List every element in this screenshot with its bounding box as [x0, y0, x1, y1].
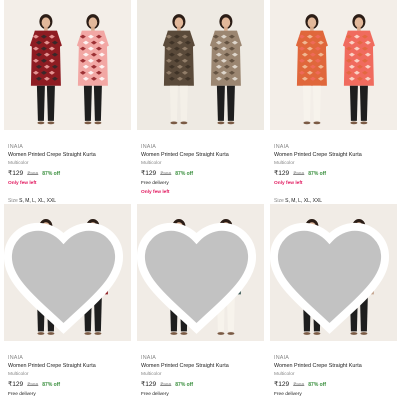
original-price: ₹999	[160, 172, 172, 178]
original-price: ₹999	[27, 172, 39, 178]
product-photo-svg	[137, 0, 264, 130]
product-image[interactable]	[270, 204, 397, 341]
product-color: Multicolor	[141, 371, 162, 377]
price-row: ₹129 ₹999 87% off	[274, 169, 393, 179]
size-label: Size	[8, 197, 18, 204]
product-info: INAIA Women Printed Crepe Straight Kurta…	[137, 341, 264, 399]
stock-warning: Only few left	[8, 181, 37, 187]
product-brand: INAIA	[8, 144, 24, 150]
original-price: ₹999	[160, 383, 172, 389]
selling-price: ₹129	[274, 170, 290, 178]
product-image[interactable]	[4, 204, 131, 341]
product-info: INAIA Women Printed Crepe Straight Kurta…	[270, 130, 397, 205]
delivery-info: Free delivery	[141, 181, 169, 187]
selling-price: ₹129	[8, 381, 24, 389]
size-label: Size	[274, 197, 284, 204]
original-price: ₹999	[27, 383, 39, 389]
product-card[interactable]: INAIA Women Printed Crepe Straight Kurta…	[137, 0, 264, 205]
product-title[interactable]: Women Printed Crepe Straight Kurta	[141, 362, 260, 370]
product-title[interactable]: Women Printed Crepe Straight Kurta	[141, 151, 260, 159]
product-brand: INAIA	[141, 144, 157, 150]
product-color: Multicolor	[274, 371, 295, 377]
product-card[interactable]: INAIA Women Printed Crepe Straight Kurta…	[137, 204, 264, 400]
selling-price: ₹129	[141, 170, 157, 178]
product-image[interactable]	[137, 204, 264, 341]
product-image[interactable]	[4, 0, 131, 130]
price-row: ₹129 ₹999 87% off	[8, 380, 127, 390]
stock-warning: Only few left	[274, 181, 303, 187]
product-color: Multicolor	[8, 160, 29, 166]
discount-label: 87% off	[175, 382, 194, 389]
product-info: INAIA Women Printed Crepe Straight Kurta…	[4, 130, 131, 205]
product-info: INAIA Women Printed Crepe Straight Kurta…	[270, 341, 397, 399]
size-values: S, M, L, XL, XXL	[285, 197, 323, 204]
price-row: ₹129 ₹999 87% off	[141, 380, 260, 390]
original-price: ₹999	[293, 383, 305, 389]
product-image[interactable]	[270, 0, 397, 130]
product-title[interactable]: Women Printed Crepe Straight Kurta	[8, 362, 127, 370]
product-image[interactable]	[137, 0, 264, 130]
product-card[interactable]: INAIA Women Printed Crepe Straight Kurta…	[4, 204, 131, 400]
selling-price: ₹129	[141, 381, 157, 389]
product-card[interactable]: INAIA Women Printed Crepe Straight Kurta…	[4, 0, 131, 205]
heart-icon[interactable]	[270, 207, 393, 341]
product-card[interactable]: INAIA Women Printed Crepe Straight Kurta…	[270, 0, 397, 205]
product-color: Multicolor	[8, 371, 29, 377]
product-photo-svg	[270, 0, 397, 130]
product-brand: INAIA	[274, 144, 290, 150]
product-brand: INAIA	[8, 355, 24, 361]
discount-label: 87% off	[175, 171, 194, 178]
product-card[interactable]: INAIA Women Printed Crepe Straight Kurta…	[270, 204, 397, 400]
product-color: Multicolor	[274, 160, 295, 166]
delivery-info: Free delivery	[8, 392, 36, 398]
delivery-info: Free delivery	[274, 392, 302, 398]
product-grid: INAIA Women Printed Crepe Straight Kurta…	[0, 0, 397, 400]
product-brand: INAIA	[141, 355, 157, 361]
selling-price: ₹129	[8, 170, 24, 178]
price-row: ₹129 ₹999 87% off	[274, 380, 393, 390]
size-values: S, M, L, XL, XXL	[19, 197, 57, 204]
heart-icon[interactable]	[137, 207, 260, 341]
selling-price: ₹129	[274, 381, 290, 389]
price-row: ₹129 ₹999 87% off	[8, 169, 127, 179]
discount-label: 87% off	[42, 382, 61, 389]
heart-icon[interactable]	[4, 207, 127, 341]
stock-warning: Only few left	[141, 189, 170, 195]
product-brand: INAIA	[274, 355, 290, 361]
discount-label: 87% off	[308, 171, 327, 178]
product-photo-svg	[4, 0, 131, 130]
product-title[interactable]: Women Printed Crepe Straight Kurta	[8, 151, 127, 159]
delivery-info: Free delivery	[141, 392, 169, 398]
original-price: ₹999	[293, 172, 305, 178]
product-info: INAIA Women Printed Crepe Straight Kurta…	[137, 130, 264, 196]
price-row: ₹129 ₹999 87% off	[141, 169, 260, 179]
product-color: Multicolor	[141, 160, 162, 166]
discount-label: 87% off	[308, 382, 327, 389]
product-title[interactable]: Women Printed Crepe Straight Kurta	[274, 362, 393, 370]
product-info: INAIA Women Printed Crepe Straight Kurta…	[4, 341, 131, 399]
product-title[interactable]: Women Printed Crepe Straight Kurta	[274, 151, 393, 159]
discount-label: 87% off	[42, 171, 61, 178]
